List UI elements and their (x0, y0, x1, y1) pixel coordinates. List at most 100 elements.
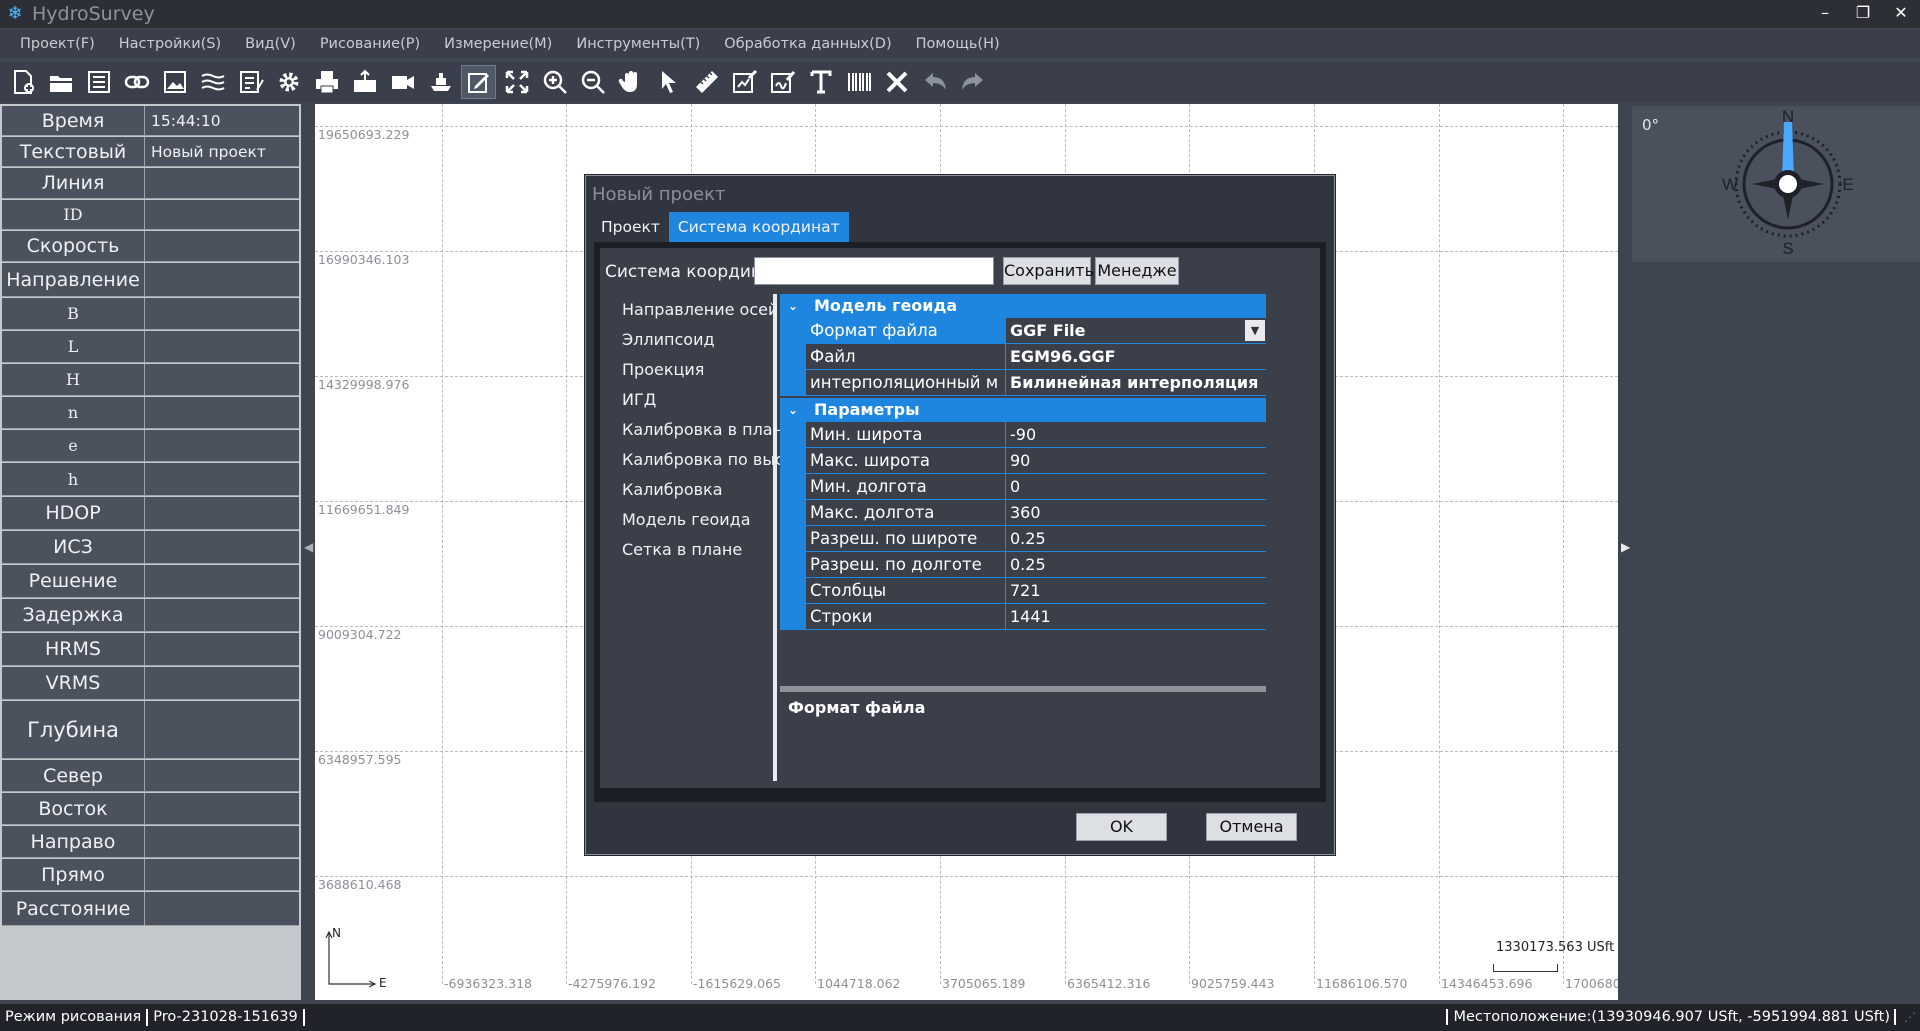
property-row[interactable]: Строки 1441 (780, 604, 1266, 630)
fullscreen-icon[interactable] (499, 65, 534, 99)
right-splitter[interactable]: ▶ (1618, 104, 1632, 1000)
property-row[interactable]: Разреш. по долготе 0.25 (780, 552, 1266, 578)
x-axis-label: 9025759.443 (1191, 976, 1275, 991)
tab-project[interactable]: Проект (592, 212, 669, 242)
property-row[interactable]: Разреш. по широте 0.25 (780, 526, 1266, 552)
camera-icon[interactable] (385, 65, 420, 99)
info-row-right: Направо (2, 826, 299, 858)
save-icon[interactable] (81, 65, 116, 99)
image-icon[interactable] (157, 65, 192, 99)
save-button[interactable]: Сохранить (1003, 257, 1094, 285)
ok-button[interactable]: OK (1076, 813, 1167, 841)
y-axis-label: 14329998.976 (318, 377, 410, 392)
info-row-l: L (2, 331, 299, 363)
nav-datum[interactable]: ИГД (622, 390, 656, 409)
menu-draw[interactable]: Рисование(P) (308, 30, 432, 58)
y-axis-label: 11669651.849 (318, 502, 410, 517)
signature-icon[interactable] (765, 65, 800, 99)
status-bar: Режим рисования Pro-231028-151639 Местоп… (0, 1004, 1920, 1031)
barcode-icon[interactable] (841, 65, 876, 99)
edit-icon[interactable] (461, 65, 496, 99)
menu-measure[interactable]: Измерение(M) (432, 30, 564, 58)
layers-icon[interactable] (195, 65, 230, 99)
x-axis-label: -4275976.192 (568, 976, 657, 991)
status-mode: Режим рисования (0, 1009, 149, 1026)
left-splitter[interactable]: ◀ (301, 104, 315, 1000)
property-row[interactable]: Макс. долгота 360 (780, 500, 1266, 526)
right-panel: 0° N S W E (1632, 104, 1920, 1000)
menu-tools[interactable]: Инструменты(T) (564, 30, 712, 58)
resize-grip-icon[interactable]: ⋰ (1904, 1010, 1916, 1024)
compass-panel: 0° N S W E (1632, 106, 1920, 262)
nav-calibration[interactable]: Калибровка (622, 480, 723, 499)
ruler-icon[interactable] (689, 65, 724, 99)
property-row[interactable]: Мин. долгота 0 (780, 474, 1266, 500)
x-axis-label: 1700680 (1565, 976, 1618, 991)
nav-horizontal-calibration[interactable]: Калибровка в плане (622, 420, 793, 439)
tab-coordinate-system[interactable]: Система координат (668, 212, 849, 242)
delete-icon[interactable] (879, 65, 914, 99)
collapse-right-icon[interactable]: ▶ (1621, 540, 1630, 554)
ship-icon[interactable] (423, 65, 458, 99)
minimize-button[interactable]: – (1806, 0, 1844, 28)
x-axis-label: 11686106.570 (1316, 976, 1408, 991)
info-row-n: n (2, 397, 299, 429)
property-row[interactable]: Файл EGM96.GGF (780, 344, 1266, 370)
info-row-h: H (2, 364, 299, 396)
group-geoid-model[interactable]: ⌄ Модель геоида (780, 294, 1266, 318)
chart-edit-icon[interactable] (727, 65, 762, 99)
info-row-distance: Расстояние (2, 892, 299, 926)
dropdown-arrow-icon[interactable]: ▼ (1245, 320, 1265, 341)
info-row-hrms: HRMS (2, 633, 299, 666)
menu-project[interactable]: Проект(F) (8, 30, 107, 58)
status-location: Местоположение:(13930946.907 USft, -5951… (1446, 1009, 1896, 1025)
nav-projection[interactable]: Проекция (622, 360, 704, 379)
restore-button[interactable]: ❐ (1844, 0, 1882, 28)
zoom-in-icon[interactable] (537, 65, 572, 99)
nav-plane-grid[interactable]: Сетка в плане (622, 540, 742, 559)
menu-view[interactable]: Вид(V) (233, 30, 308, 58)
collapse-left-icon[interactable]: ◀ (304, 540, 313, 554)
manager-button[interactable]: Менедже (1095, 257, 1179, 285)
pointer-icon[interactable] (651, 65, 686, 99)
description-splitter[interactable] (780, 686, 1266, 692)
menu-settings[interactable]: Настройки(S) (107, 30, 233, 58)
property-row[interactable]: Формат файла GGF File ▼ (780, 318, 1266, 344)
menu-data-processing[interactable]: Обработка данных(D) (712, 30, 903, 58)
property-row[interactable]: Макс. широта 90 (780, 448, 1266, 474)
info-row-satellites: ИСЗ (2, 531, 299, 564)
compass-s: S (1782, 239, 1793, 258)
group-parameters[interactable]: ⌄ Параметры (780, 398, 1266, 422)
property-row[interactable]: интерполяционный м Билинейная интерполяци… (780, 370, 1266, 396)
info-row-direction: Направление (2, 263, 299, 297)
hand-icon[interactable] (613, 65, 648, 99)
redo-icon[interactable] (955, 65, 990, 99)
nav-axis-direction[interactable]: Направление осей (622, 300, 778, 319)
cancel-button[interactable]: Отмена (1206, 813, 1297, 841)
new-file-icon[interactable] (5, 65, 40, 99)
scale-label: 1330173.563 USft (1496, 940, 1615, 955)
property-row[interactable]: Мин. широта -90 (780, 422, 1266, 448)
gear-icon[interactable] (271, 65, 306, 99)
chevron-down-icon[interactable]: ⌄ (788, 294, 798, 318)
close-button[interactable]: ✕ (1882, 0, 1920, 28)
axis-indicator-icon (325, 930, 377, 988)
nav-geoid-model[interactable]: Модель геоида (622, 510, 751, 529)
chevron-down-icon[interactable]: ⌄ (788, 398, 798, 422)
coordinate-system-input[interactable] (754, 257, 994, 285)
property-row[interactable]: Столбцы 721 (780, 578, 1266, 604)
export-icon[interactable] (347, 65, 382, 99)
document-edit-icon[interactable] (233, 65, 268, 99)
text-icon[interactable] (803, 65, 838, 99)
menu-help[interactable]: Помощь(H) (904, 30, 1012, 58)
nav-ellipsoid[interactable]: Эллипсоид (622, 330, 715, 349)
grid-line (315, 126, 1618, 127)
print-icon[interactable] (309, 65, 344, 99)
info-row-text: Текстовый Новый проект (2, 137, 299, 167)
settings-nav: Направление осей Эллипсоид Проекция ИГД … (606, 294, 813, 781)
info-row-b: B (2, 298, 299, 330)
undo-icon[interactable] (917, 65, 952, 99)
open-folder-icon[interactable] (43, 65, 78, 99)
zoom-out-icon[interactable] (575, 65, 610, 99)
link-icon[interactable] (119, 65, 154, 99)
